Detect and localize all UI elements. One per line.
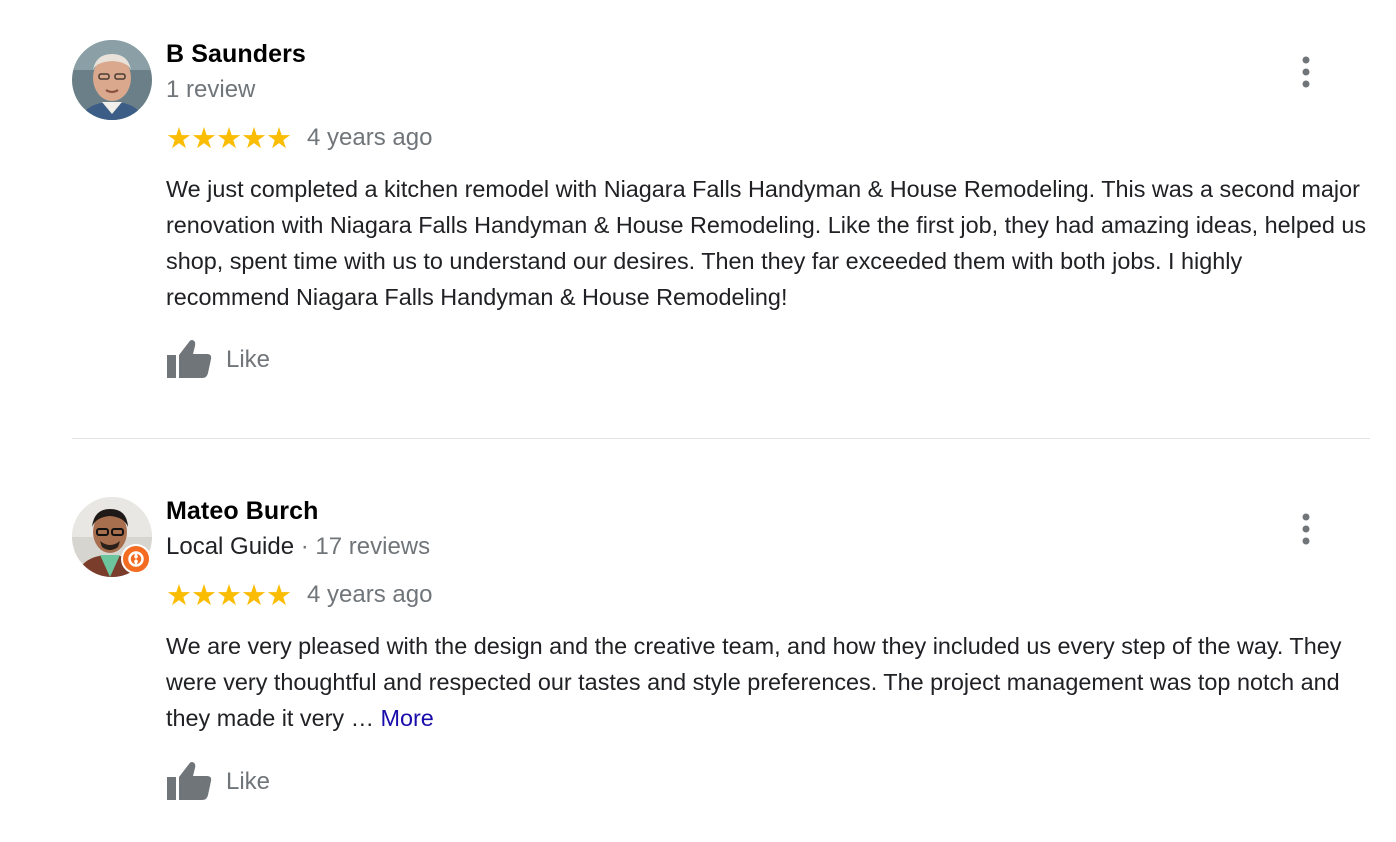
more-link[interactable]: More — [381, 705, 434, 731]
more-vertical-icon[interactable] — [1290, 509, 1322, 549]
review-time: 4 years ago — [307, 581, 433, 608]
thumbs-up-icon — [166, 760, 212, 805]
like-label: Like — [226, 346, 271, 373]
review-time: 4 years ago — [307, 124, 433, 151]
rating-row: ★★★★★ 4 years ago — [166, 580, 432, 610]
like-button[interactable]: Like — [166, 338, 270, 382]
more-vertical-icon[interactable] — [1290, 52, 1322, 92]
meta-separator: · — [294, 533, 316, 560]
star-rating: ★★★★★ — [166, 578, 292, 612]
divider — [72, 438, 1370, 439]
star-rating: ★★★★★ — [166, 121, 292, 155]
like-label: Like — [226, 768, 271, 795]
reviewer-name[interactable]: Mateo Burch — [166, 497, 319, 526]
review-text-body: We are very pleased with the design and … — [166, 633, 1342, 731]
avatar[interactable] — [72, 40, 152, 120]
review-card: B Saunders 1 review ★★★★★ 4 years ago We… — [0, 0, 1396, 438]
local-guide-badge-icon — [121, 544, 151, 574]
reviewer-meta: Local Guide · 17 reviews — [166, 533, 430, 561]
review-text: We are very pleased with the design and … — [166, 628, 1371, 736]
like-button[interactable]: Like — [166, 760, 270, 804]
reviewer-name[interactable]: B Saunders — [166, 40, 306, 69]
review-card: Local Guide · 17 reviews Mateo Burch ★★★… — [0, 440, 1396, 842]
thumbs-up-icon — [166, 338, 212, 383]
review-text: We just completed a kitchen remodel with… — [166, 176, 1367, 310]
local-guide-label: Local Guide — [166, 533, 295, 560]
reviewer-review-count: 1 review — [166, 76, 256, 103]
rating-row: ★★★★★ 4 years ago — [166, 123, 432, 153]
reviewer-review-count: 17 reviews — [315, 533, 431, 560]
